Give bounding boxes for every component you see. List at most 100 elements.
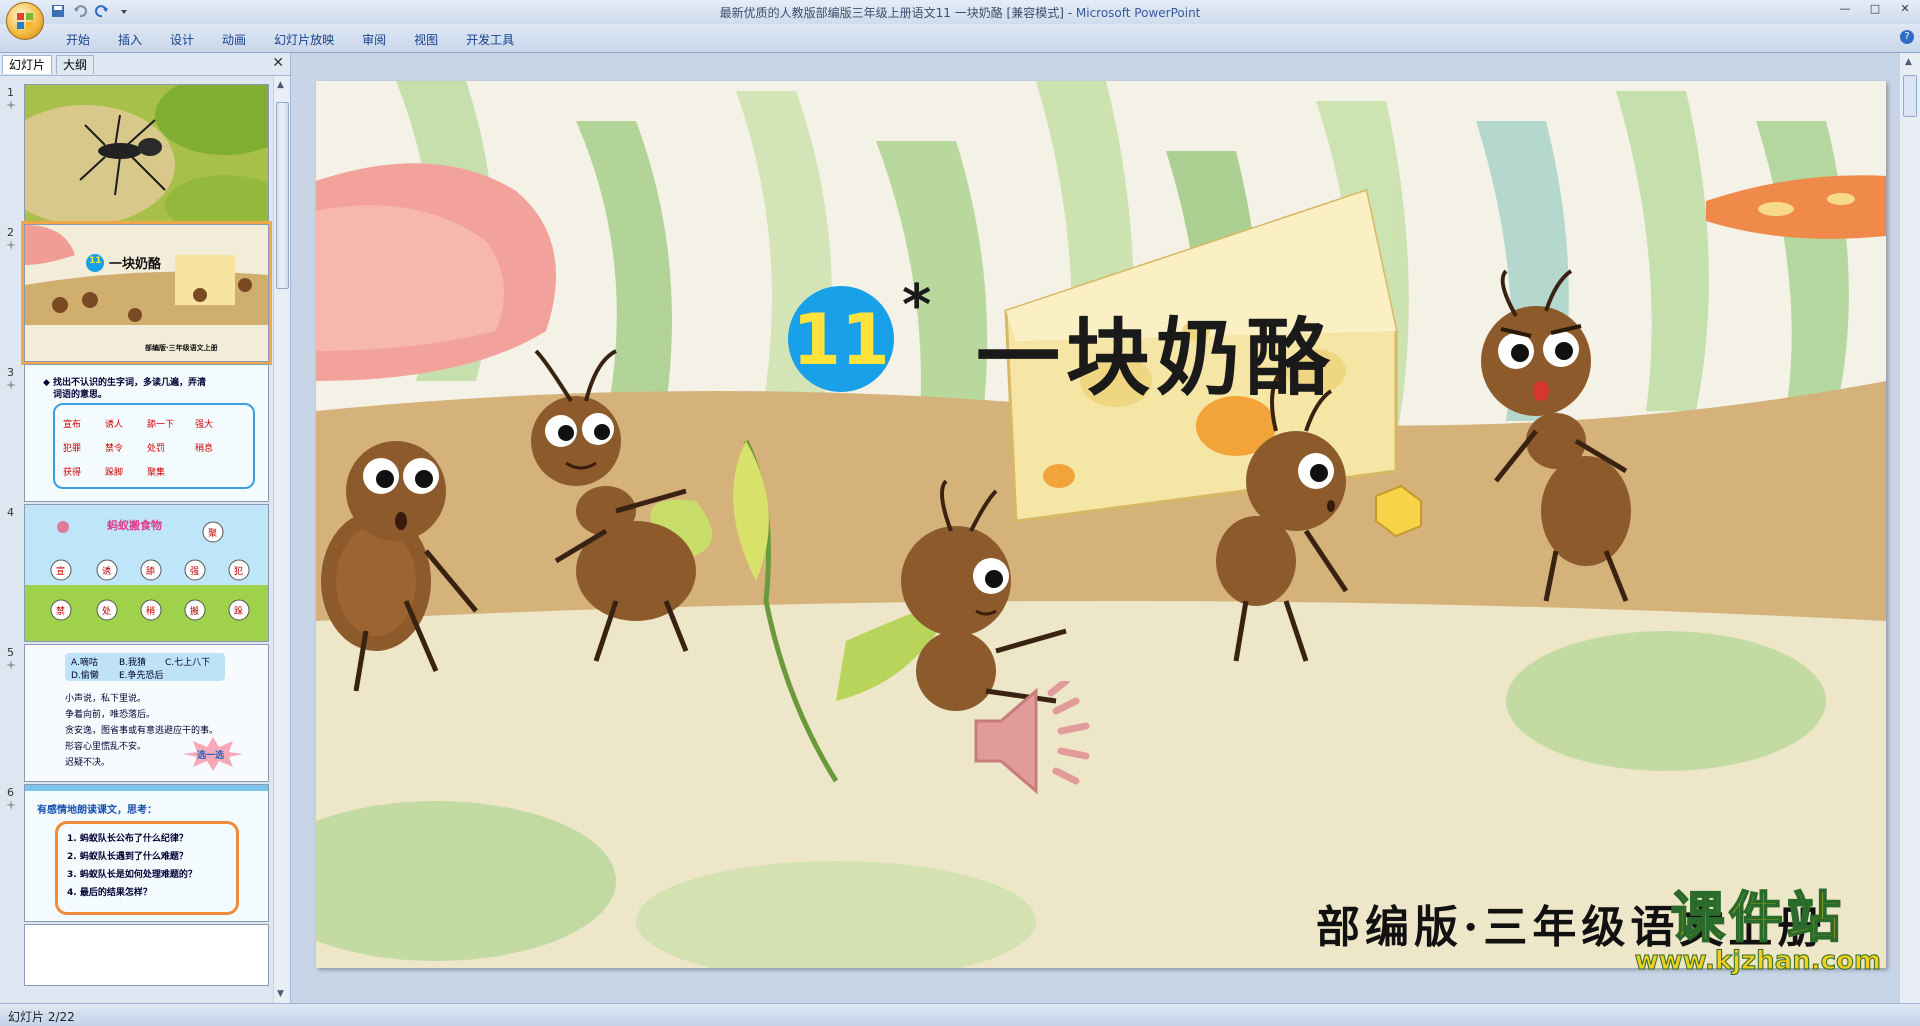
thumb-edition: 部编版·三年级语文上册	[145, 344, 218, 352]
thumb-title: 一块奶酪	[109, 257, 162, 272]
app-name: Microsoft PowerPoint	[1075, 6, 1201, 20]
thumb-text: 2. 蚂蚁队长遇到了什么难题？	[67, 852, 188, 862]
editor-scrollbar[interactable]: ▲	[1899, 53, 1920, 1003]
slide-thumbnail-5[interactable]: A.嘀咕 B.我猜 C.七上八下 D.偷懒 E.争先恐后 小声说，私下里说。 争…	[24, 644, 269, 782]
slide-thumbnail-3[interactable]: ◆ 找出不认识的生字词，多读几遍，弄清 词语的意思。 宣布 诱人 舔一下 强大 …	[24, 364, 269, 502]
thumbnail-number: 2	[7, 226, 14, 239]
tab-view[interactable]: 视图	[400, 30, 452, 50]
tab-home[interactable]: 开始	[52, 30, 104, 50]
ribbon: 开始 插入 设计 动画 幻灯片放映 审阅 视图 开发工具 ?	[0, 24, 1920, 53]
tab-design[interactable]: 设计	[156, 30, 208, 50]
thumb-text: 聚集	[147, 468, 166, 478]
animation-star-icon	[6, 240, 16, 250]
thumb-text: 强大	[195, 420, 214, 430]
lesson-star: *	[902, 273, 932, 338]
slide-indicator: 幻灯片 2/22	[8, 1010, 75, 1024]
lesson-number: 11	[792, 299, 890, 381]
maximize-button[interactable]: □	[1860, 0, 1890, 18]
help-icon[interactable]: ?	[1900, 30, 1914, 44]
thumb-text: 1. 蚂蚁队长公布了什么纪律？	[67, 834, 188, 844]
thumb-text: 聚	[208, 529, 218, 539]
office-logo-icon	[17, 13, 33, 29]
thumb-text: 迟疑不决。	[65, 758, 111, 768]
thumb-text: 舔一下	[147, 420, 175, 430]
thumb-text: 选一选	[197, 751, 225, 761]
thumb-text: 犯罪	[63, 444, 82, 454]
thumb-text: 4. 最后的结果怎样？	[67, 888, 152, 898]
thumbnail-art	[25, 225, 268, 361]
slide-thumbnails: 1 2 11 一块奶酪 部编版·三年级语文上册 3 ◆ 找出不认识的生字词，多读…	[0, 76, 272, 1003]
slide-thumbnail-6[interactable]: 有感情地朗读课文，思考： 1. 蚂蚁队长公布了什么纪律？ 2. 蚂蚁队长遇到了什…	[24, 784, 269, 922]
thumb-text: 贪安逸，图省事或有意逃避应干的事。	[65, 726, 219, 736]
window-title: 最新优质的人教版部编版三年级上册语文11 一块奶酪 [兼容模式] - Micro…	[719, 6, 1201, 20]
animation-star-icon	[6, 800, 16, 810]
thumb-text: 争着向前，唯恐落后。	[65, 710, 156, 720]
thumb-text: 搬	[190, 607, 200, 617]
scroll-up-icon[interactable]: ▲	[1905, 57, 1912, 67]
office-button[interactable]	[6, 2, 44, 40]
close-button[interactable]: ✕	[1890, 0, 1920, 18]
thumb-text: 蚂蚁搬食物	[107, 519, 162, 532]
ribbon-tabs: 开始 插入 设计 动画 幻灯片放映 审阅 视图 开发工具	[52, 30, 528, 50]
thumb-text: 稍息	[195, 444, 214, 454]
tab-slides[interactable]: 幻灯片	[2, 55, 53, 74]
ant-photo-image	[25, 85, 268, 221]
scroll-down-icon[interactable]: ▼	[277, 989, 284, 999]
thumbnail-number: 1	[7, 86, 14, 99]
scroll-up-icon[interactable]: ▲	[277, 80, 284, 90]
status-bar: 幻灯片 2/22	[0, 1003, 1920, 1026]
top-band	[25, 785, 268, 791]
thumb-text: 小声说，私下里说。	[65, 694, 147, 704]
current-slide[interactable]: 11 * 一块奶酪 部编版·三年级语文上册	[316, 81, 1886, 968]
watermark-url: www.kjzhan.com	[1634, 946, 1881, 976]
thumbnail-number: 3	[7, 366, 14, 379]
thumbnail-number: 4	[7, 506, 14, 519]
pane-close-icon[interactable]: ✕	[272, 55, 284, 71]
thumb-text: 获得	[63, 468, 82, 478]
slide-thumbnail-1[interactable]	[24, 84, 269, 222]
thumb-text: 强	[190, 567, 200, 577]
watermark-title: 课件站	[1670, 886, 1845, 949]
animation-star-icon	[6, 380, 16, 390]
window-controls: — □ ✕	[1830, 0, 1920, 18]
tab-insert[interactable]: 插入	[104, 30, 156, 50]
thumb-text: 诱人	[105, 420, 124, 430]
thumbnail-number: 6	[7, 786, 14, 799]
thumb-text: 禁令	[105, 444, 124, 454]
thumb-text: 禁	[56, 607, 66, 617]
tab-animations[interactable]: 动画	[208, 30, 260, 50]
tab-slideshow[interactable]: 幻灯片放映	[260, 30, 348, 50]
slide-title[interactable]: 一块奶酪	[976, 291, 1336, 412]
thumbnail-scrollbar[interactable]: ▲ ▼	[273, 76, 290, 1003]
thumb-text: 有感情地朗读课文，思考：	[37, 805, 157, 816]
slide-thumbnail-2[interactable]: 11 一块奶酪 部编版·三年级语文上册	[21, 221, 272, 365]
thumb-text: C.七上八下	[165, 658, 211, 668]
thumb-text: 3. 蚂蚁队长是如何处理难题的？	[67, 870, 197, 880]
tab-outline[interactable]: 大纲	[56, 55, 95, 74]
slides-pane: 幻灯片 大纲 ✕ 1 2 11 一块奶酪 部编版·三年级语文上册 3 ◆ 找出不…	[0, 53, 291, 1003]
pane-tabs: 幻灯片 大纲 ✕	[0, 53, 290, 76]
slide-thumbnail-7[interactable]	[24, 924, 269, 986]
watermark: 课件站 www.kjzhan.com	[1634, 886, 1881, 976]
animation-star-icon	[6, 100, 16, 110]
title-bar: 最新优质的人教版部编版三年级上册语文11 一块奶酪 [兼容模式] - Micro…	[0, 0, 1920, 40]
thumb-text: 宣	[56, 567, 66, 577]
thumb-text: 处	[102, 607, 112, 617]
speaker-icon[interactable]	[966, 681, 1116, 801]
tab-developer[interactable]: 开发工具	[452, 30, 528, 50]
thumb-text: 跺	[234, 607, 244, 617]
tab-review[interactable]: 审阅	[348, 30, 400, 50]
thumb-text: 处罚	[147, 444, 166, 454]
slide-illustration	[316, 81, 1886, 968]
scrollbar-thumb[interactable]	[1903, 75, 1917, 117]
scrollbar-thumb[interactable]	[276, 102, 289, 289]
thumb-text: 形容心里慌乱不安。	[65, 742, 147, 752]
thumb-text: A.嘀咕	[71, 658, 98, 668]
thumb-text: 稍	[146, 607, 156, 617]
thumb-text: D.偷懒	[71, 671, 99, 681]
thumb-text: 跺脚	[105, 468, 124, 478]
slide-thumbnail-4[interactable]: 蚂蚁搬食物 聚 宣 诱 舔 强 犯 禁 处 稍 搬 跺	[24, 504, 269, 642]
thumbnail-number: 5	[7, 646, 14, 659]
thumb-lesson-number: 11	[89, 256, 102, 266]
minimize-button[interactable]: —	[1830, 0, 1860, 18]
